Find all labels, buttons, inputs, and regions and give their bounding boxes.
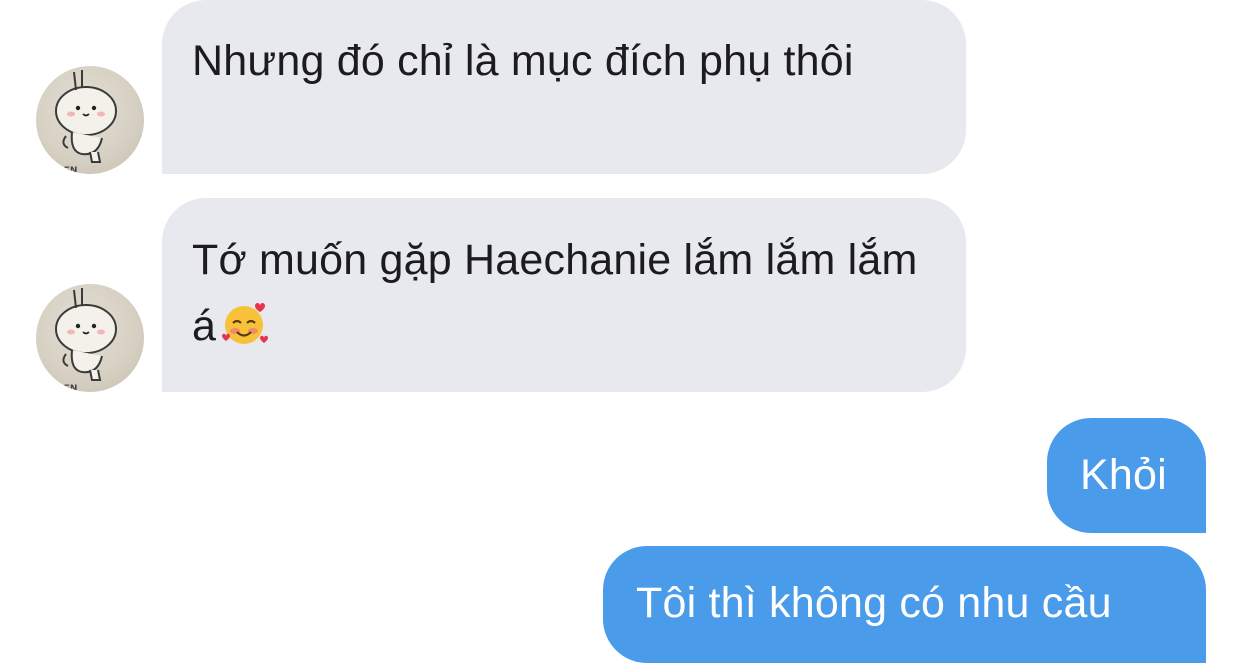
- outgoing-message-bubble[interactable]: Khỏi: [1047, 418, 1206, 533]
- bunny-avatar-icon[interactable]: E FRIEN: [36, 284, 144, 392]
- bunny-avatar-icon[interactable]: E FRIEN: [36, 66, 144, 174]
- outgoing-message-bubble[interactable]: Tôi thì không có nhu cầu: [603, 546, 1206, 663]
- message-text: Nhưng đó chỉ là mục đích phụ thôi: [192, 37, 854, 85]
- smiling-face-with-hearts-emoji: [220, 298, 270, 348]
- svg-text:E FRIEN: E FRIEN: [38, 384, 77, 392]
- message-text: Tôi thì không có nhu cầu: [636, 579, 1112, 627]
- incoming-message-bubble[interactable]: Nhưng đó chỉ là mục đích phụ thôi: [162, 0, 966, 174]
- message-text: Tớ muốn gặp Haechanie lắm lắm lắm á: [192, 236, 918, 350]
- message-text: Khỏi: [1080, 451, 1167, 499]
- svg-text:E FRIEN: E FRIEN: [38, 166, 77, 174]
- incoming-message-bubble[interactable]: Tớ muốn gặp Haechanie lắm lắm lắm á: [162, 198, 966, 392]
